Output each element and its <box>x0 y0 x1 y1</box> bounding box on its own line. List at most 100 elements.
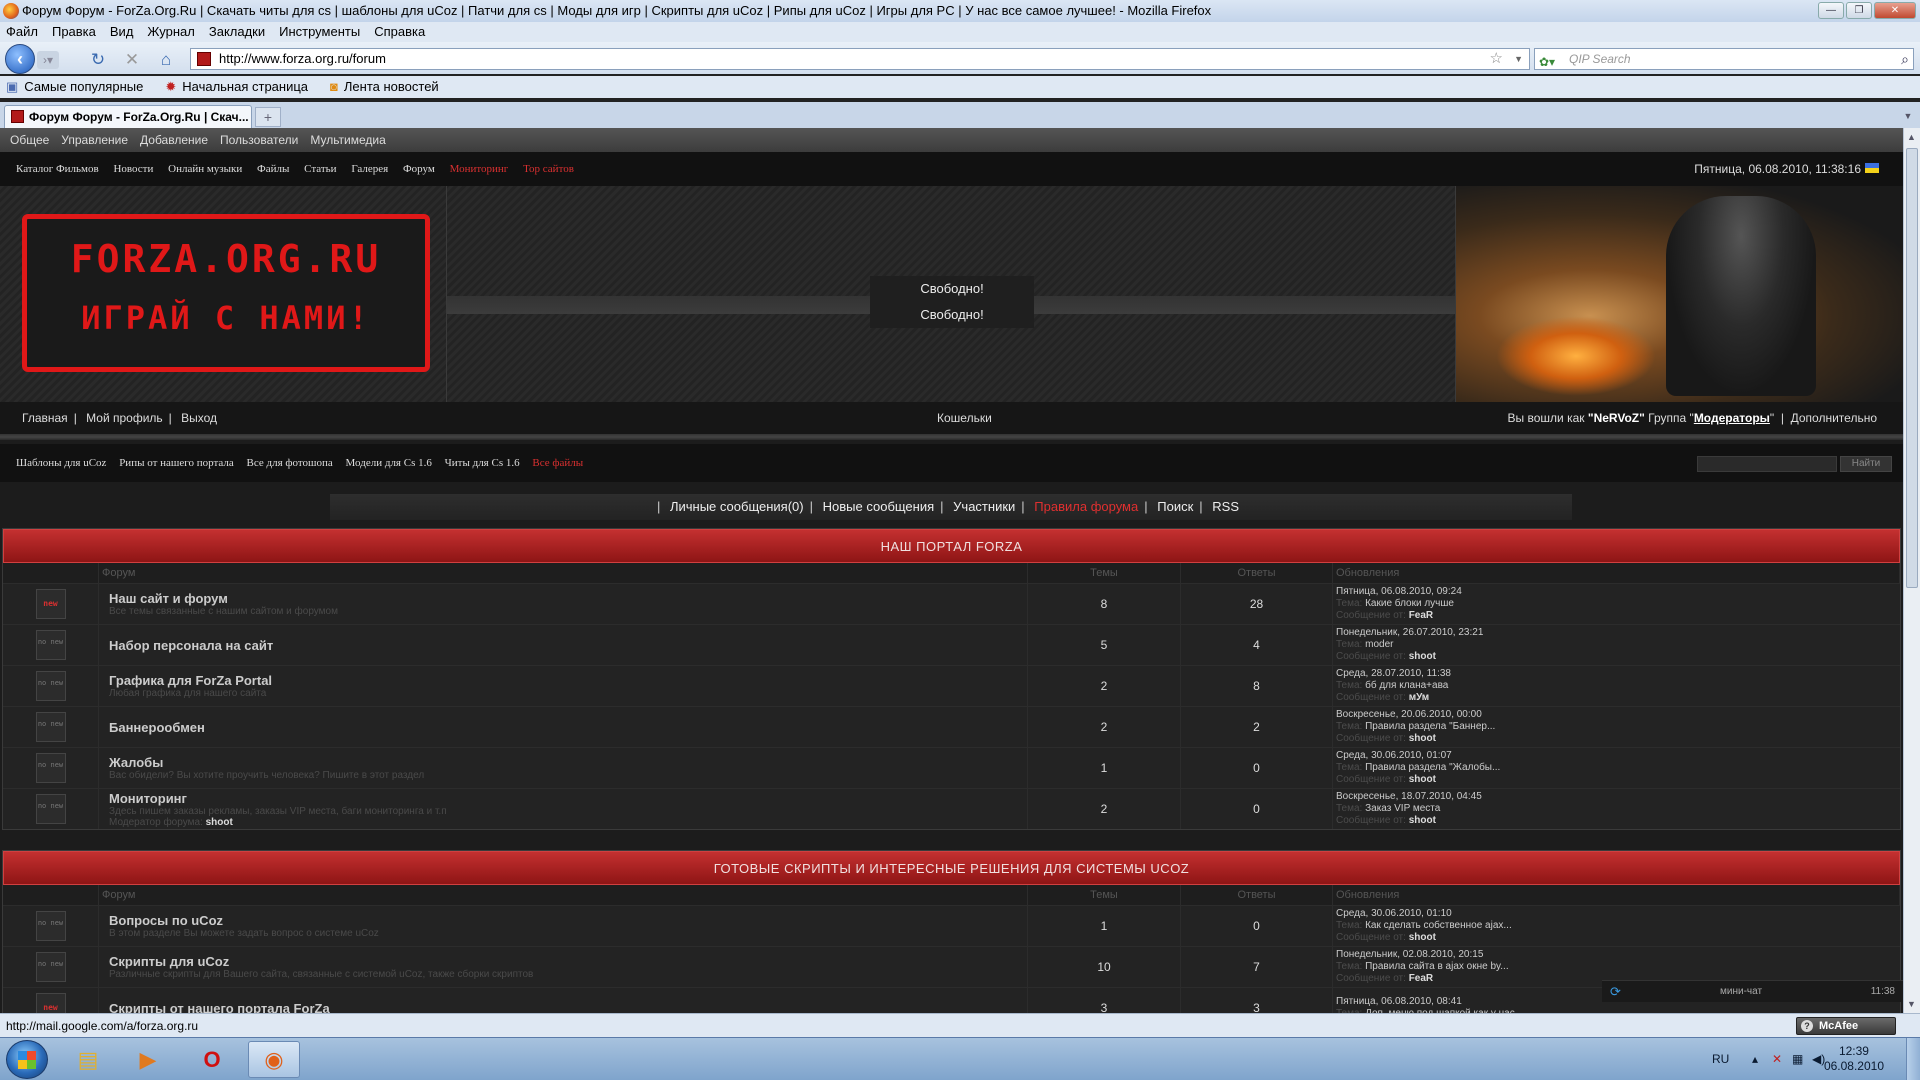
last-author[interactable]: мУм <box>1409 692 1430 703</box>
maximize-button[interactable]: ❐ <box>1846 2 1872 19</box>
forum-name-link[interactable]: Жалобы <box>109 755 1027 770</box>
forum-search[interactable]: Поиск <box>1157 499 1193 514</box>
site-search-input[interactable] <box>1697 456 1837 472</box>
link-cs-cheats[interactable]: Читы для Cs 1.6 <box>445 457 520 469</box>
moderator-name[interactable]: shoot <box>206 817 233 828</box>
back-icon[interactable]: ‹ <box>5 44 35 74</box>
nav-articles[interactable]: Статьи <box>304 163 336 175</box>
forum-private-messages[interactable]: Личные сообщения(0) <box>670 499 804 514</box>
link-more[interactable]: Дополнительно <box>1791 411 1877 425</box>
qip-search-input[interactable]: ✿▾ QIP Search ⌕ <box>1534 48 1914 70</box>
last-topic-link[interactable]: moder <box>1365 639 1393 650</box>
bookmark-star-icon[interactable]: ☆ <box>1490 49 1503 69</box>
last-author[interactable]: shoot <box>1409 733 1436 744</box>
url-dropdown-icon[interactable]: ▼ <box>1514 49 1523 69</box>
start-icon[interactable] <box>6 1040 48 1079</box>
nav-monitoring[interactable]: Мониторинг <box>450 163 509 175</box>
tab-list-icon[interactable]: ▼ <box>1900 107 1916 125</box>
close-button[interactable]: ✕ <box>1874 2 1916 19</box>
forum-rss[interactable]: RSS <box>1212 499 1239 514</box>
forum-new-messages[interactable]: Новые сообщения <box>823 499 935 514</box>
menu-tools[interactable]: Инструменты <box>279 22 360 42</box>
nav-files[interactable]: Файлы <box>257 163 289 175</box>
link-rips[interactable]: Рипы от нашего портала <box>119 457 234 469</box>
link-all-files[interactable]: Все файлы <box>532 457 583 469</box>
last-author[interactable]: shoot <box>1409 651 1436 662</box>
refresh-icon[interactable]: ⟳ <box>1610 981 1621 1003</box>
scrollbar-thumb[interactable] <box>1906 148 1918 588</box>
forum-name-link[interactable]: Мониторинг <box>109 791 1027 806</box>
ucoz-manage[interactable]: Управление <box>61 128 128 152</box>
search-engine-icon[interactable]: ✿▾ <box>1539 52 1561 69</box>
nav-news[interactable]: Новости <box>113 163 153 175</box>
last-author[interactable]: shoot <box>1409 932 1436 943</box>
ucoz-general[interactable]: Общее <box>10 128 49 152</box>
bookmark-news-feed[interactable]: ◙ Лента новостей <box>330 76 439 98</box>
new-tab-button[interactable]: + <box>255 107 281 127</box>
network-icon[interactable]: ▦ <box>1792 1052 1803 1066</box>
last-topic-link[interactable]: Правила сайта в ajax окне by... <box>1365 961 1509 972</box>
explorer-icon[interactable]: ▤ <box>62 1041 114 1078</box>
nav-top-sites[interactable]: Top сайтов <box>523 163 574 175</box>
nav-forum[interactable]: Форум <box>403 163 435 175</box>
link-ucoz-templates[interactable]: Шаблоны для uCoz <box>16 457 106 469</box>
menu-bookmarks[interactable]: Закладки <box>209 22 265 42</box>
menu-edit[interactable]: Правка <box>52 22 96 42</box>
scroll-down-icon[interactable]: ▼ <box>1907 999 1916 1009</box>
language-indicator[interactable]: RU <box>1712 1052 1729 1066</box>
minimize-button[interactable]: — <box>1818 2 1844 19</box>
category-title[interactable]: ГОТОВЫЕ СКРИПТЫ И ИНТЕРЕСНЫЕ РЕШЕНИЯ ДЛЯ… <box>3 851 1900 885</box>
last-topic-link[interactable]: Правила раздела "Жалобы... <box>1365 762 1500 773</box>
bookmark-most-visited[interactable]: ▣ Самые популярные <box>6 76 143 98</box>
menu-history[interactable]: Журнал <box>147 22 194 42</box>
menu-file[interactable]: Файл <box>6 22 38 42</box>
link-photoshop[interactable]: Все для фотошопа <box>247 457 333 469</box>
mcafee-button[interactable]: ? McAfee <box>1796 1017 1896 1035</box>
nav-gallery[interactable]: Галерея <box>351 163 388 175</box>
url-bar[interactable]: http://www.forza.org.ru/forum ☆ ▼ <box>190 48 1530 70</box>
page-scrollbar[interactable]: ▲ ▼ <box>1903 128 1920 1013</box>
minichat-bar[interactable]: ⟳ мини-чат 11:38 <box>1602 980 1903 1002</box>
last-topic-link[interactable]: бб для клана+ава <box>1365 680 1448 691</box>
reload-icon[interactable]: ↻ <box>88 50 108 70</box>
menu-help[interactable]: Справка <box>374 22 425 42</box>
tab-forum[interactable]: Форум Форум - ForZa.Org.Ru | Скач... <box>4 105 252 128</box>
banner-slot[interactable]: Свободно! <box>870 302 1034 328</box>
last-author[interactable]: FeaR <box>1409 973 1433 984</box>
nav-music[interactable]: Онлайн музыки <box>168 163 242 175</box>
category-title[interactable]: НАШ ПОРТАЛ FORZA <box>3 529 1900 563</box>
nav-films[interactable]: Каталог Фильмов <box>16 163 99 175</box>
forum-name-link[interactable]: Скрипты для uCoz <box>109 954 1027 969</box>
forum-name-link[interactable]: Графика для ForZa Portal <box>109 673 1027 688</box>
stop-icon[interactable]: ✕ <box>122 50 142 70</box>
forum-name-link[interactable]: Набор персонала на сайт <box>109 638 1027 653</box>
search-icon[interactable]: ⌕ <box>1901 49 1909 69</box>
link-wallets[interactable]: Кошельки <box>937 402 992 434</box>
user-group[interactable]: Модераторы <box>1694 411 1770 425</box>
tray-arrow-icon[interactable]: ▴ <box>1752 1052 1758 1066</box>
site-search-button[interactable]: Найти <box>1840 456 1892 472</box>
forum-name-link[interactable]: Вопросы по uCoz <box>109 913 1027 928</box>
firefox-icon[interactable]: ◉ <box>248 1041 300 1078</box>
forum-rules[interactable]: Правила форума <box>1034 499 1138 514</box>
last-topic-link[interactable]: Заказ VIP места <box>1365 803 1440 814</box>
forum-name-link[interactable]: Баннерообмен <box>109 720 1027 735</box>
forward-icon[interactable]: ›▾ <box>37 51 59 69</box>
ucoz-add[interactable]: Добавление <box>140 128 208 152</box>
username[interactable]: "NeRVoZ" <box>1588 411 1645 425</box>
scroll-up-icon[interactable]: ▲ <box>1907 132 1916 142</box>
ucoz-users[interactable]: Пользователи <box>220 128 298 152</box>
site-logo[interactable]: FORZA.ORG.RU ИГРАЙ С НАМИ! <box>22 214 430 372</box>
forum-members[interactable]: Участники <box>953 499 1015 514</box>
banner-slot[interactable]: Свободно! <box>870 276 1034 302</box>
link-home[interactable]: Главная <box>22 411 68 425</box>
forum-name-link[interactable]: Наш сайт и форум <box>109 591 1027 606</box>
media-icon[interactable]: ▶ <box>122 1041 174 1078</box>
link-logout[interactable]: Выход <box>181 411 217 425</box>
tray-security-icon[interactable]: ✕ <box>1772 1052 1782 1066</box>
last-topic-link[interactable]: Правила раздела "Баннер... <box>1365 721 1495 732</box>
home-icon[interactable]: ⌂ <box>156 50 176 70</box>
last-topic-link[interactable]: Как сделать собственное ajax... <box>1365 920 1512 931</box>
bookmark-start-page[interactable]: ✹ Начальная страница <box>165 76 308 98</box>
show-desktop-button[interactable] <box>1906 1038 1920 1080</box>
